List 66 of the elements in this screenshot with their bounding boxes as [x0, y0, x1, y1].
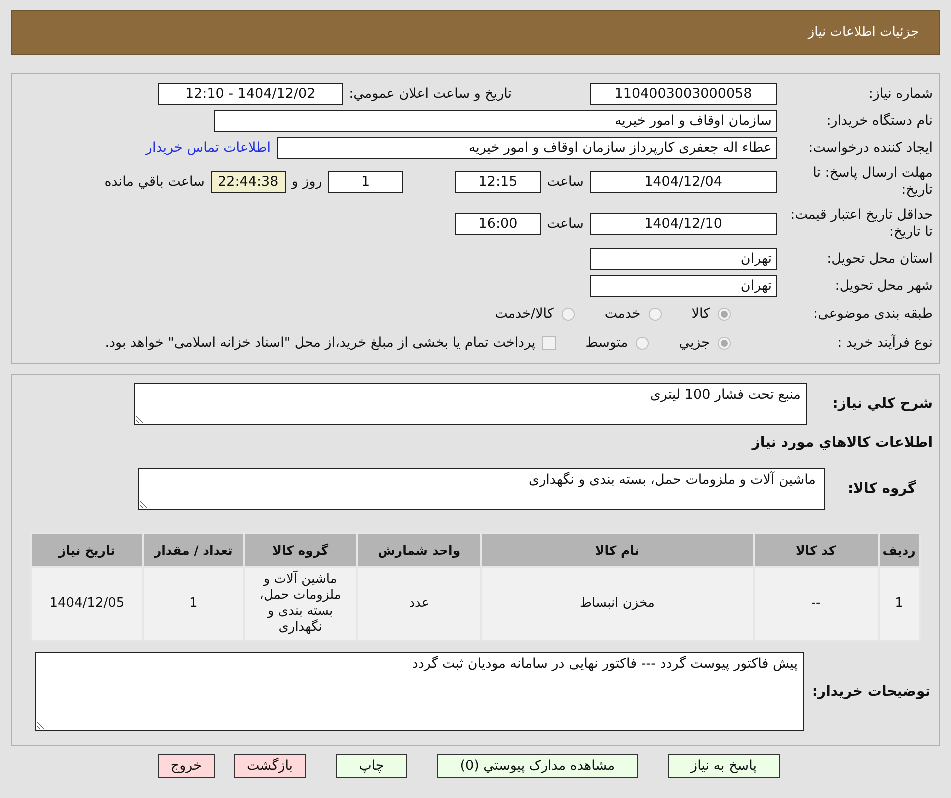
- option-label: کالا/خدمت: [495, 306, 554, 322]
- time-label: ساعت: [547, 216, 584, 232]
- field-label: مهلت ارسال پاسخ: تا تاریخ:: [812, 164, 933, 200]
- field-label: گروه کالا:: [846, 481, 918, 497]
- option-label: متوسط: [586, 335, 628, 351]
- radio-button[interactable]: [718, 308, 731, 320]
- validity-time-field[interactable]: 16:00: [455, 213, 542, 235]
- field-label: ایجاد کننده درخواست:: [808, 140, 933, 156]
- buyer-notes-field[interactable]: پیش فاکتور پیوست گردد --- فاکتور نهایی در سامانه مودیان ثبت گردد: [35, 652, 804, 731]
- option-label: جزيي: [679, 335, 710, 351]
- field-label: طبقه بندی موضوعی:: [812, 306, 933, 322]
- province-field[interactable]: تهران: [590, 248, 777, 270]
- buyer-org-field[interactable]: سازمان اوقاف و امور خیریه: [214, 110, 777, 132]
- action-button[interactable]: پاسخ به نیاز: [668, 754, 780, 778]
- section-heading: اطلاعات کالاهاي مورد نیاز: [752, 434, 933, 450]
- checkbox[interactable]: [542, 336, 556, 350]
- deadline-date-field[interactable]: 1404/12/04: [590, 171, 777, 193]
- field-label: تاريخ و ساعت اعلان عمومي:: [349, 86, 512, 102]
- deadline-time-field[interactable]: 12:15: [455, 171, 542, 193]
- field-label: شهر محل تحویل:: [834, 278, 933, 294]
- field-label: حداقل تاریخ اعتبار قیمت: تا تاریخ:: [790, 206, 933, 242]
- column-header: تاریخ نیاز: [31, 533, 144, 567]
- time-label: ساعت: [547, 174, 584, 190]
- table-cell: 1: [878, 567, 920, 641]
- page-header: جزئیات اطلاعات نیاز: [11, 10, 940, 55]
- remaining-label: ساعت باقي مانده: [104, 174, 205, 190]
- field-label: شرح کلي نیاز:: [832, 396, 933, 412]
- column-header: واحد شمارش: [357, 533, 482, 567]
- validity-date-field[interactable]: 1404/12/10: [590, 213, 777, 235]
- goods-group-field[interactable]: ماشین آلات و ملزومات حمل، بسته بندی و نگهداری: [138, 468, 825, 510]
- field-label: نام دستگاه خریدار:: [826, 112, 933, 128]
- days-field[interactable]: 1: [328, 171, 404, 193]
- radio-button[interactable]: [648, 308, 662, 320]
- announce-date-field[interactable]: 1404/12/02 - 12:10: [158, 82, 344, 104]
- days-label: روز و: [292, 174, 322, 190]
- action-button[interactable]: چاپ: [336, 754, 408, 778]
- treasury-note: پرداخت تمام یا بخشی از مبلغ خرید،از محل "اسناد خزانه اسلامی" خواهد بود.: [105, 335, 536, 351]
- description-field[interactable]: منبع تحت فشار 100 لیتری: [134, 383, 807, 425]
- option-label: خدمت: [604, 306, 641, 322]
- table-cell: --: [754, 567, 879, 641]
- column-header: گروه کالا: [244, 533, 358, 567]
- table-cell: مخزن انبساط: [481, 567, 754, 641]
- action-button[interactable]: مشاهده مدارک پیوستي (0): [437, 754, 638, 778]
- action-button[interactable]: بازگشت: [234, 754, 306, 778]
- field-label: توضیحات خریدار:: [811, 684, 932, 700]
- requester-field[interactable]: عطاء اله جعفری کارپرداز سازمان اوقاف و امور خیریه: [277, 136, 777, 158]
- column-header: تعداد / مقدار: [143, 533, 244, 567]
- radio-button[interactable]: [636, 336, 650, 350]
- field-label: نوع فرآیند خرید :: [836, 335, 933, 351]
- table-cell: 1404/12/05: [31, 567, 144, 641]
- radio-button[interactable]: [718, 336, 731, 350]
- field-label: شماره نیاز:: [868, 86, 933, 102]
- city-field[interactable]: تهران: [590, 274, 777, 296]
- table-cell: عدد: [357, 567, 482, 641]
- option-label: کالا: [692, 306, 710, 322]
- buyer-contact-link[interactable]: اطلاعات تماس خریدار: [146, 140, 271, 156]
- column-header: ردیف: [878, 533, 920, 567]
- remaining-time-field[interactable]: 22:44:38: [210, 171, 286, 193]
- table-cell: 1: [143, 567, 244, 641]
- radio-button[interactable]: [562, 308, 575, 320]
- table-cell: ماشین آلات و ملزومات حمل، بسته بندی و نگهداری: [244, 567, 358, 641]
- action-button[interactable]: خروج: [158, 754, 215, 778]
- need-number-field[interactable]: 1104003003000058: [590, 82, 777, 104]
- field-label: استان محل تحویل:: [826, 250, 933, 266]
- column-header: نام کالا: [481, 533, 754, 567]
- column-header: کد کالا: [754, 533, 879, 567]
